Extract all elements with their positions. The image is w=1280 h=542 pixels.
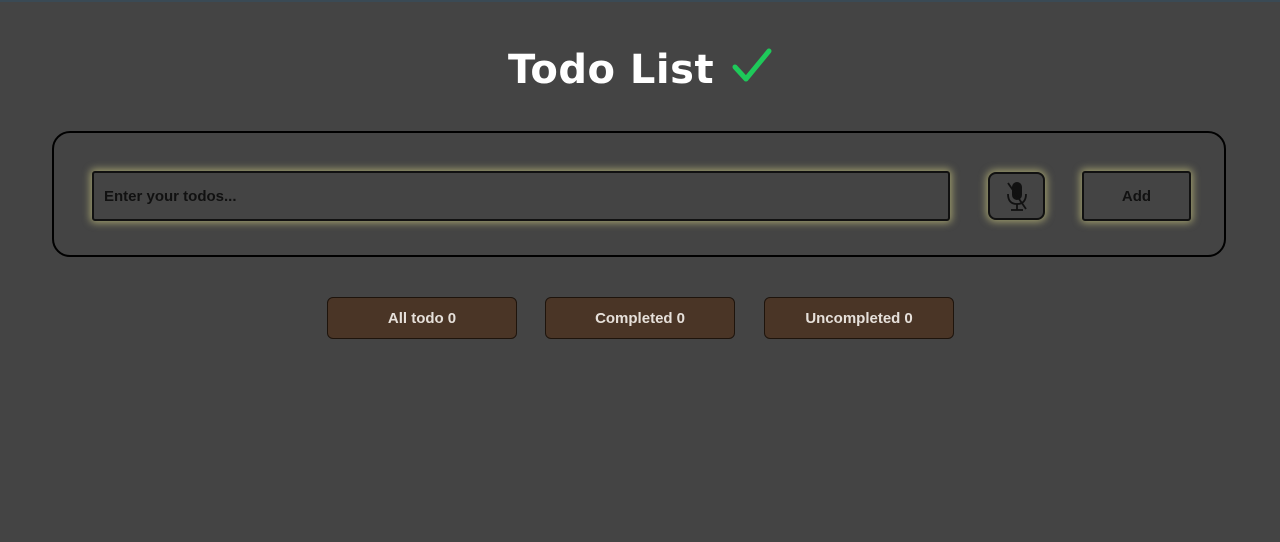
add-button[interactable]: Add bbox=[1082, 171, 1191, 221]
todo-input-card: Add bbox=[52, 131, 1226, 257]
top-border-line bbox=[0, 0, 1280, 2]
page-title: Todo List bbox=[507, 47, 715, 93]
filter-uncompleted-button[interactable]: Uncompleted 0 bbox=[764, 297, 954, 339]
filter-uncompleted-count: 0 bbox=[904, 309, 913, 327]
filter-uncompleted-label: Uncompleted bbox=[805, 309, 901, 327]
todo-input[interactable] bbox=[92, 171, 950, 221]
filter-completed-button[interactable]: Completed 0 bbox=[545, 297, 735, 339]
check-mark-icon bbox=[732, 46, 772, 86]
filter-buttons: All todo 0 Completed 0 Uncompleted 0 bbox=[327, 297, 954, 339]
filter-all-count: 0 bbox=[447, 309, 457, 327]
filter-all-label: All todo bbox=[387, 309, 444, 327]
filter-completed-count: 0 bbox=[676, 309, 685, 327]
filter-all-button[interactable]: All todo 0 bbox=[327, 297, 517, 339]
filter-completed-label: Completed bbox=[595, 309, 673, 327]
header: Todo List bbox=[0, 40, 1280, 100]
microphone-off-icon bbox=[1005, 179, 1029, 213]
mic-button[interactable] bbox=[988, 172, 1045, 220]
